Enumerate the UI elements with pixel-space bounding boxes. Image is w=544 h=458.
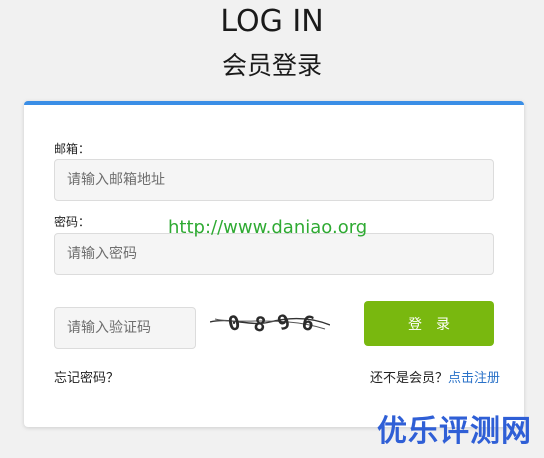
captcha-input[interactable] bbox=[54, 307, 196, 349]
password-label: 密码： bbox=[54, 215, 91, 229]
register-row: 还不是会员？点击注册 bbox=[370, 370, 500, 388]
page-title-en: LOG IN bbox=[220, 4, 324, 39]
forgot-password-link[interactable]: 忘记密码？ bbox=[54, 370, 119, 388]
page-title-cn: 会员登录 bbox=[221, 51, 322, 80]
email-input[interactable] bbox=[54, 159, 494, 201]
login-button[interactable]: 登录 bbox=[364, 301, 494, 346]
email-label: 邮箱： bbox=[54, 142, 91, 156]
captcha-char-1: 8 bbox=[252, 311, 268, 337]
captcha-image[interactable]: 0 8 9 6 bbox=[210, 305, 330, 341]
not-member-text: 还不是会员？ bbox=[369, 371, 448, 386]
watermark-brand: 优乐评测网 bbox=[377, 414, 532, 449]
watermark-url: http://www.daniao.org bbox=[168, 217, 368, 238]
login-card: 邮箱： 密码： 0 8 9 6 登录 忘记密码？ 还不是会员？点击注册 bbox=[24, 101, 524, 427]
register-link[interactable]: 点击注册 bbox=[448, 371, 500, 386]
captcha-char-0: 0 bbox=[226, 310, 243, 336]
captcha-char-3: 6 bbox=[299, 310, 316, 336]
